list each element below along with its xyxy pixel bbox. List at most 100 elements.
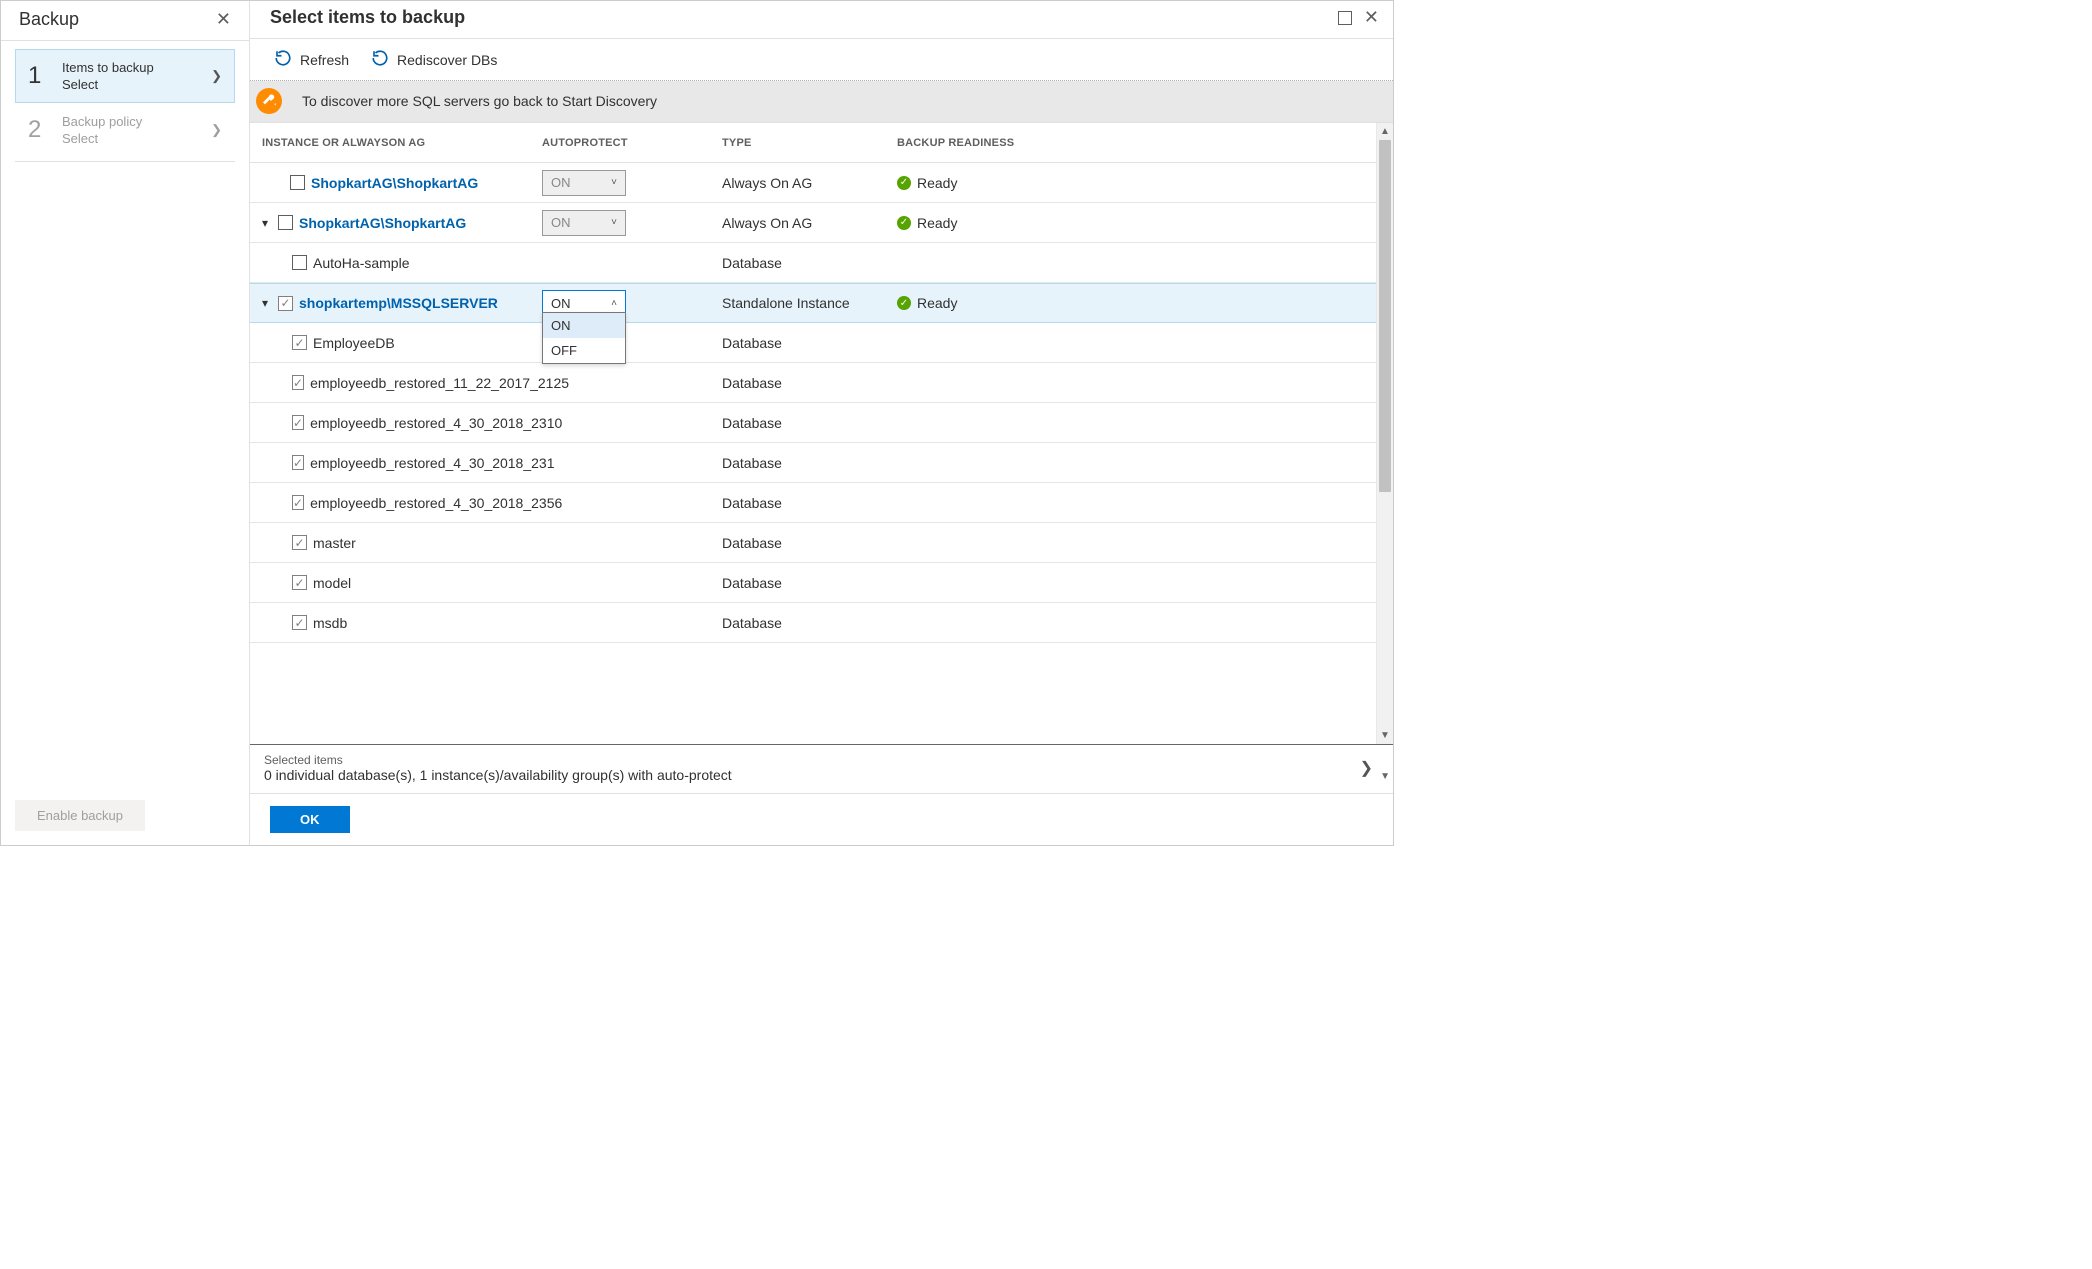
info-banner: To discover more SQL servers go back to … [250,80,1393,122]
info-icon-wrap [250,81,288,121]
left-panel: Backup ✕ 1 Items to backup Select ❯ 2 Ba… [1,1,250,845]
row-checkbox[interactable] [292,415,304,430]
item-name-cell: employeedb_restored_4_30_2018_2356 [262,495,542,511]
scroll-track[interactable] [1377,140,1393,727]
ok-button[interactable]: OK [270,806,350,833]
table-row[interactable]: employeedb_restored_4_30_2018_2310Databa… [250,403,1376,443]
close-button[interactable]: ✕ [1360,7,1383,28]
database-name: AutoHa-sample [313,255,410,271]
expand-caret-icon[interactable]: ▾ [262,216,272,230]
refresh-button[interactable]: Refresh [274,49,349,70]
type-cell: Database [722,575,897,591]
item-name-cell: model [262,575,542,591]
row-checkbox[interactable] [292,495,304,510]
instance-link[interactable]: shopkartemp\MSSQLSERVER [299,295,498,311]
type-cell: Database [722,535,897,551]
table-row[interactable]: AutoHa-sample Database [250,243,1376,283]
row-checkbox[interactable] [292,375,304,390]
selected-items-text: Selected items 0 individual database(s),… [264,753,732,783]
right-panel: Select items to backup ✕ Refresh Redisco… [250,1,1393,845]
dropdown-option[interactable]: ON [543,313,625,338]
table-row[interactable]: model Database [250,563,1376,603]
step-backup-policy[interactable]: 2 Backup policy Select ❯ [15,103,235,157]
enable-backup-button[interactable]: Enable backup [15,800,145,831]
row-checkbox[interactable] [278,296,293,311]
scroll-down-arrow[interactable]: ▼ [1377,727,1393,744]
step-text: Items to backup Select [62,60,197,92]
row-checkbox[interactable] [278,215,293,230]
row-checkbox[interactable] [292,255,307,270]
items-table: INSTANCE OR ALWAYSON AG AUTOPROTECT TYPE… [250,123,1376,744]
type-cell: Database [722,255,897,271]
item-name-cell: employeedb_restored_4_30_2018_2310 [262,415,542,431]
type-cell: Always On AG [722,215,897,231]
autoprotect-value: ON [551,215,571,230]
readiness-cell: ✓ Ready [897,295,1376,311]
header-instance: INSTANCE OR ALWAYSON AG [262,137,542,149]
type-cell: Database [722,455,897,471]
autoprotect-select: ON˅ [542,170,626,196]
table-header-row: INSTANCE OR ALWAYSON AG AUTOPROTECT TYPE… [250,123,1376,163]
selected-value: 0 individual database(s), 1 instance(s)/… [264,767,732,783]
step-label: Backup policy [62,114,197,129]
table-wrap: INSTANCE OR ALWAYSON AG AUTOPROTECT TYPE… [250,122,1393,744]
database-name: employeedb_restored_4_30_2018_2310 [310,415,562,431]
table-row[interactable]: EmployeeDBDatabase [250,323,1376,363]
scroll-up-arrow[interactable]: ▲ [1377,123,1393,140]
row-checkbox[interactable] [292,335,307,350]
selected-items-bar[interactable]: Selected items 0 individual database(s),… [250,744,1393,793]
scroll-thumb[interactable] [1379,140,1391,492]
table-row[interactable]: ▾ShopkartAG\ShopkartAGON˅Always On AG✓Re… [250,203,1376,243]
row-checkbox[interactable] [292,535,307,550]
row-checkbox[interactable] [292,575,307,590]
close-left-button[interactable]: ✕ [212,9,235,30]
refresh-icon [371,49,389,70]
scroll-down-arrow[interactable]: ▼ [1380,771,1390,782]
type-cell: Database [722,335,897,351]
backup-title: Backup [19,9,79,30]
item-name-cell: msdb [262,615,542,631]
chevron-down-icon: ˅ [611,217,617,228]
readiness-status: ✓Ready [897,175,1376,191]
info-banner-text: To discover more SQL servers go back to … [288,81,1393,121]
row-checkbox[interactable] [292,615,307,630]
table-row[interactable]: employeedb_restored_4_30_2018_2356 Databa… [250,483,1376,523]
autoprotect-select: ON ˅ [542,210,626,236]
table-row[interactable]: ShopkartAG\ShopkartAGON˅Always On AG✓Rea… [250,163,1376,203]
dropdown-option[interactable]: OFF [543,338,625,363]
scrollbar[interactable]: ▲ ▼ [1376,123,1393,744]
chevron-down-icon: ˅ [611,177,617,188]
instance-link[interactable]: ShopkartAG\ShopkartAG [311,175,478,191]
window-controls: ✕ [1338,7,1383,28]
type-cell: Database [722,495,897,511]
step-number: 1 [28,62,48,90]
table-row[interactable]: master Database [250,523,1376,563]
left-header: Backup ✕ [1,1,249,41]
rediscover-button[interactable]: Rediscover DBs [371,49,497,70]
table-row[interactable]: employeedb_restored_11_22_2017_2125Datab… [250,363,1376,403]
table-row[interactable]: ▾shopkartemp\MSSQLSERVERONOFFON˄Standalo… [250,283,1376,323]
step-items-to-backup[interactable]: 1 Items to backup Select ❯ [15,49,235,103]
type-cell: Database [722,615,897,631]
check-circle-icon: ✓ [897,296,911,310]
item-name-cell: ▾ shopkartemp\MSSQLSERVER [262,295,542,311]
step-text: Backup policy Select [62,114,197,146]
header-type: TYPE [722,137,897,149]
step-sublabel: Select [62,77,197,92]
database-name: employeedb_restored_11_22_2017_2125 [310,375,569,391]
row-checkbox[interactable] [292,455,304,470]
autoprotect-dropdown[interactable]: ONOFF [542,312,626,364]
database-name: master [313,535,356,551]
maximize-icon[interactable] [1338,11,1352,25]
item-name-cell: ShopkartAG\ShopkartAG [262,175,542,191]
expand-caret-icon[interactable]: ▾ [262,296,272,310]
readiness-text: Ready [917,215,957,231]
item-name-cell: ▾ ShopkartAG\ShopkartAG [262,215,542,231]
table-row[interactable]: msdb Database [250,603,1376,643]
step-sublabel: Select [62,131,197,146]
table-row[interactable]: employeedb_restored_4_30_2018_231Databas… [250,443,1376,483]
row-checkbox[interactable] [290,175,305,190]
readiness-text: Ready [917,295,957,311]
chevron-right-icon[interactable]: ❯ [1360,758,1379,778]
instance-link[interactable]: ShopkartAG\ShopkartAG [299,215,466,231]
